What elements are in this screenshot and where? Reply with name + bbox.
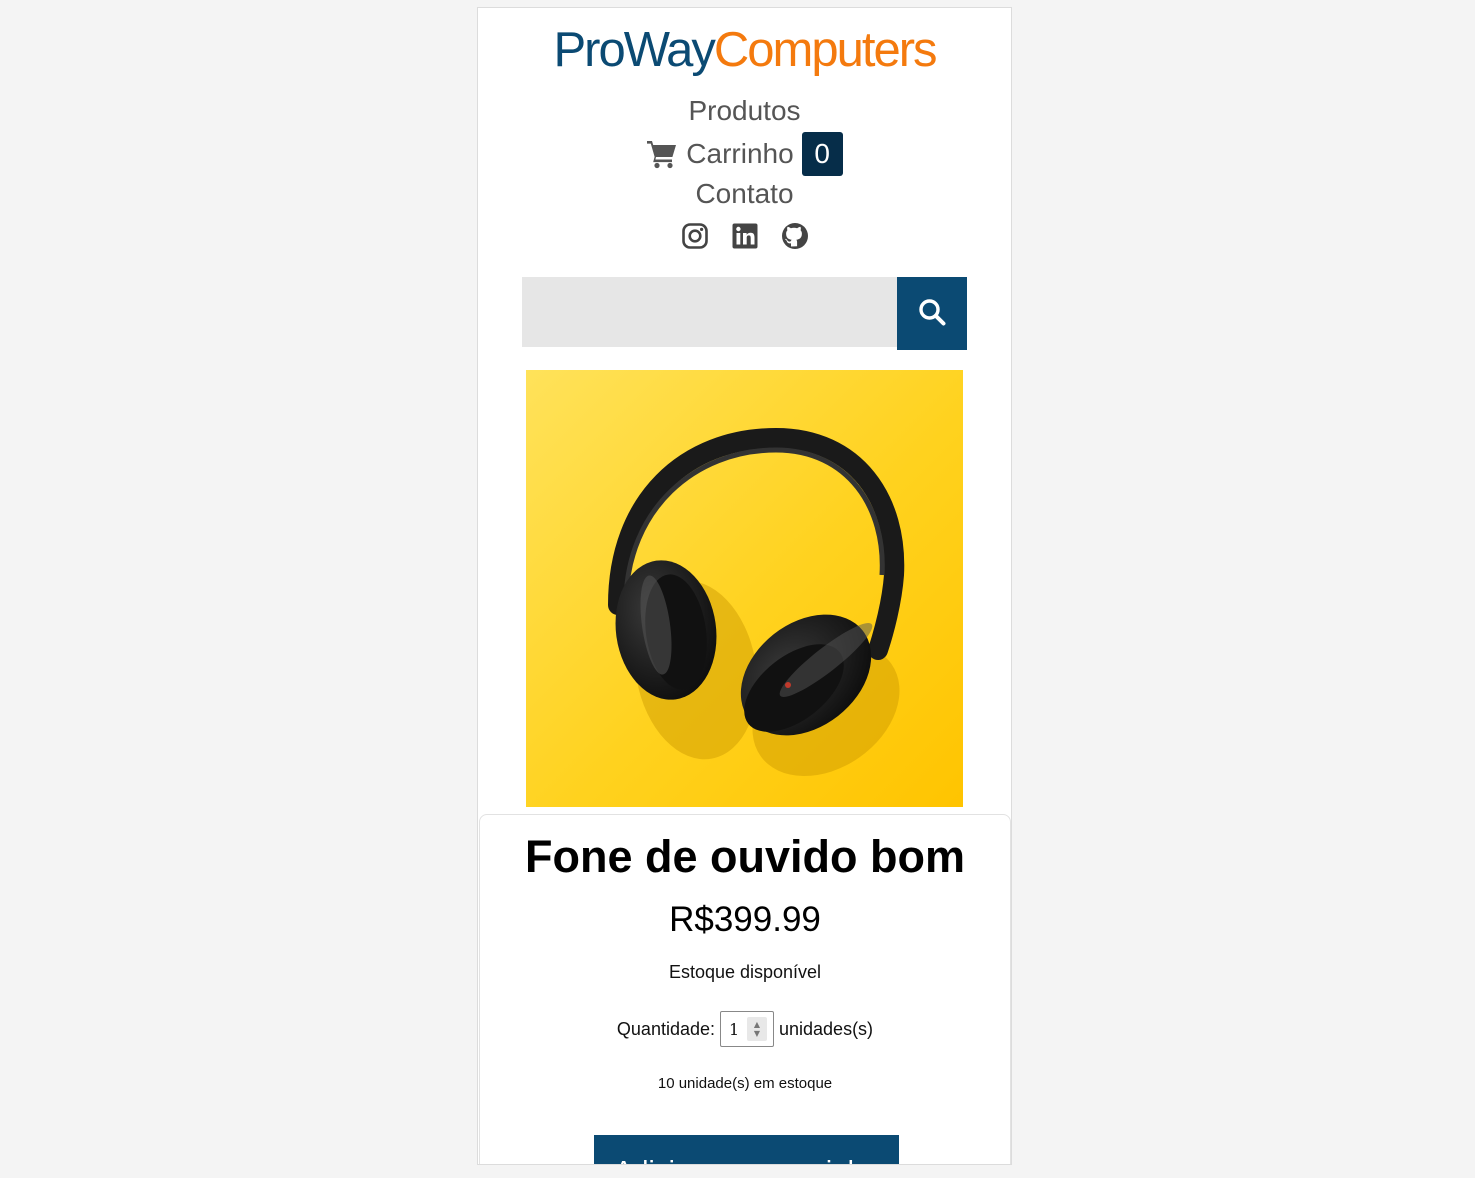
search-bar (522, 277, 967, 350)
linkedin-icon[interactable] (731, 222, 759, 250)
search-button[interactable] (897, 277, 967, 350)
shopping-cart-icon (646, 139, 678, 169)
product-image (526, 370, 963, 807)
page-frame: ProWayComputers Produtos Carrinho 0 Cont… (477, 7, 1012, 1165)
search-input[interactable] (522, 277, 897, 347)
github-icon[interactable] (781, 222, 809, 250)
search-icon (917, 297, 947, 330)
site-logo[interactable]: ProWayComputers (478, 20, 1011, 80)
units-in-stock: 10 unidade(s) em estoque (657, 1075, 833, 1092)
product-title: Fone de ouvido bom (525, 831, 965, 882)
spinner-arrows-icon[interactable]: ▲ ▼ (747, 1017, 767, 1041)
product-card: Fone de ouvido bom R$399.99 Estoque disp… (479, 814, 1011, 1164)
instagram-icon[interactable] (681, 222, 709, 250)
quantity-row: Quantidade: 1 ▲ ▼ unidades(s) (480, 1011, 1010, 1047)
nav-cart-link[interactable]: Carrinho 0 (478, 132, 1011, 176)
quantity-unit: unidades(s) (779, 1018, 874, 1039)
quantity-value: 1 (729, 1019, 740, 1039)
nav-contact-link[interactable]: Contato (478, 177, 1011, 211)
quantity-stepper[interactable]: 1 ▲ ▼ (720, 1011, 774, 1047)
social-links (478, 222, 1011, 250)
logo-part-computers: Computers (713, 23, 938, 77)
add-to-cart-button[interactable]: Adicionar ao carrinho (594, 1135, 899, 1164)
nav-products-link[interactable]: Produtos (478, 94, 1011, 128)
stock-status: Estoque disponível (668, 962, 822, 982)
product-price: R$399.99 (669, 900, 821, 939)
logo-part-proway: ProWay (553, 23, 715, 77)
cart-label: Carrinho (686, 138, 794, 169)
quantity-label: Quantidade: (616, 1018, 715, 1039)
cart-count-badge: 0 (801, 132, 843, 176)
